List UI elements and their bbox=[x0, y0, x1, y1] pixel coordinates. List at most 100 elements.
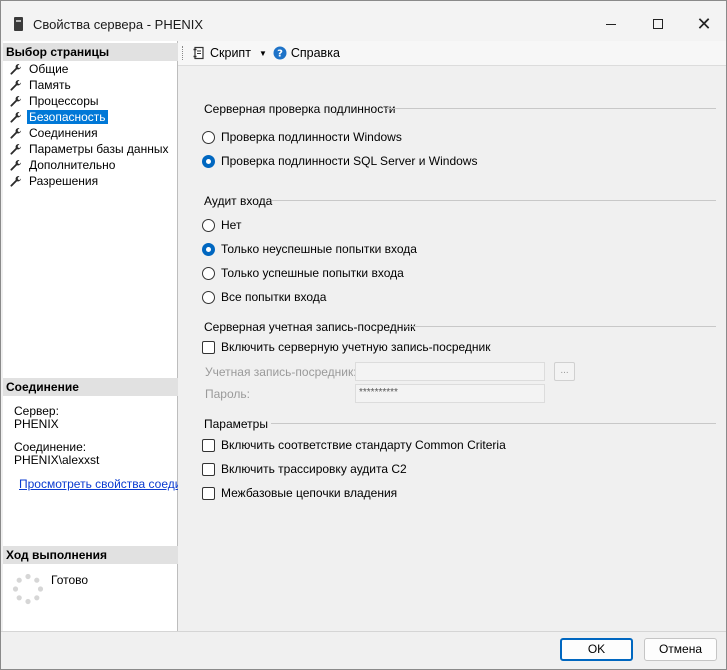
help-label: Справка bbox=[290, 46, 340, 60]
audit-option-none[interactable]: Нет bbox=[202, 217, 241, 233]
page-item-label: Дополнительно bbox=[29, 158, 116, 172]
common-criteria-label: Включить соответствие стандарту Common C… bbox=[221, 438, 506, 452]
password-input[interactable]: ********** bbox=[355, 384, 545, 403]
page-item-label: Безопасность bbox=[27, 110, 108, 124]
page-item-connections[interactable]: Соединения bbox=[9, 125, 170, 141]
audit-option-successful[interactable]: Только успешные попытки входа bbox=[202, 265, 404, 281]
script-icon bbox=[193, 46, 204, 60]
auth-option-sql-windows[interactable]: Проверка подлинности SQL Server и Window… bbox=[202, 153, 477, 169]
wrench-icon bbox=[10, 143, 21, 155]
proxy-group-label: Серверная учетная запись-посредник bbox=[204, 320, 416, 334]
page-item-database-settings[interactable]: Параметры базы данных bbox=[9, 141, 170, 157]
auth-option-label: Проверка подлинности Windows bbox=[221, 130, 402, 144]
audit-option-all[interactable]: Все попытки входа bbox=[202, 289, 326, 305]
server-properties-window: Свойства сервера - PHENIX ✕ Выбор страни… bbox=[0, 0, 727, 670]
svg-text:?: ? bbox=[277, 49, 283, 60]
audit-option-label: Только успешные попытки входа bbox=[221, 266, 404, 280]
toolbar-grip bbox=[182, 46, 186, 60]
proxy-group-title: Серверная учетная запись-посредник bbox=[204, 320, 415, 334]
wrench-icon bbox=[10, 63, 21, 75]
audit-option-label: Все попытки входа bbox=[221, 290, 327, 304]
page-item-security[interactable]: Безопасность bbox=[9, 109, 170, 125]
script-button[interactable]: Скрипт ▼ bbox=[192, 46, 267, 60]
wrench-icon bbox=[10, 95, 21, 107]
cross-db-ownership-checkbox[interactable] bbox=[202, 486, 215, 500]
auth-group-label: Серверная проверка подлинности bbox=[204, 102, 396, 116]
window-title: Свойства сервера - PHENIX bbox=[33, 17, 204, 32]
common-criteria-row[interactable]: Включить соответствие стандарту Common C… bbox=[202, 437, 506, 453]
proxy-group-line bbox=[404, 326, 716, 327]
wrench-icon bbox=[10, 111, 21, 123]
audit-option-label: Только неуспешные попытки входа bbox=[221, 242, 417, 256]
page-item-permissions[interactable]: Разрешения bbox=[9, 173, 170, 189]
connection-info: Сервер: PHENIX Соединение: PHENIX\alexxs… bbox=[14, 405, 99, 477]
page-item-label: Память bbox=[29, 78, 71, 92]
enable-proxy-checkbox-row[interactable]: Включить серверную учетную запись-посред… bbox=[202, 339, 491, 355]
connection-value: PHENIX\alexxst bbox=[14, 453, 100, 467]
progress-block: Готово bbox=[12, 573, 88, 605]
maximize-icon bbox=[653, 19, 663, 29]
script-dropdown-icon[interactable]: ▼ bbox=[259, 49, 267, 58]
c2-audit-label: Включить трассировку аудита C2 bbox=[221, 462, 407, 476]
progress-header: Ход выполнения bbox=[3, 546, 178, 564]
wrench-icon bbox=[10, 127, 21, 139]
view-connection-properties-link[interactable]: Просмотреть свойства соединения bbox=[11, 477, 178, 491]
toolbar: Скрипт ▼ ? Справка bbox=[178, 41, 726, 66]
audit-option-failed[interactable]: Только неуспешные попытки входа bbox=[202, 241, 417, 257]
enable-proxy-label: Включить серверную учетную запись-посред… bbox=[221, 340, 491, 354]
help-button[interactable]: ? Справка bbox=[273, 46, 340, 60]
page-item-label: Общие bbox=[29, 62, 69, 76]
help-icon: ? bbox=[273, 46, 287, 60]
radio-button-selected[interactable] bbox=[202, 154, 215, 168]
wrench-icon bbox=[10, 79, 21, 91]
password-label: Пароль: bbox=[205, 387, 250, 401]
server-value: PHENIX bbox=[14, 417, 59, 431]
page-list: Общие Память Процессоры Безопасность Сое… bbox=[9, 61, 170, 189]
audit-group-label: Аудит входа bbox=[204, 194, 273, 208]
radio-button[interactable] bbox=[202, 130, 215, 144]
wrench-icon bbox=[10, 175, 21, 187]
audit-group-line bbox=[272, 200, 716, 201]
audit-group-title: Аудит входа bbox=[204, 194, 272, 208]
page-item-label: Параметры базы данных bbox=[29, 142, 169, 156]
page-item-label: Соединения bbox=[29, 126, 98, 140]
cross-db-ownership-row[interactable]: Межбазовые цепочки владения bbox=[202, 485, 397, 501]
page-item-general[interactable]: Общие bbox=[9, 61, 170, 77]
wrench-icon bbox=[10, 159, 21, 171]
select-page-header: Выбор страницы bbox=[3, 43, 178, 61]
footer-divider bbox=[1, 631, 726, 632]
page-item-memory[interactable]: Память bbox=[9, 77, 170, 93]
c2-audit-checkbox[interactable] bbox=[202, 462, 215, 476]
auth-option-label: Проверка подлинности SQL Server и Window… bbox=[221, 154, 478, 168]
params-group-line bbox=[271, 423, 716, 424]
progress-status: Готово bbox=[51, 573, 89, 587]
close-icon: ✕ bbox=[696, 13, 712, 35]
page-item-label: Процессоры bbox=[29, 94, 99, 108]
security-page: Серверная проверка подлинности Проверка … bbox=[178, 67, 726, 631]
ok-button[interactable]: OK bbox=[560, 638, 633, 661]
cancel-button[interactable]: Отмена bbox=[644, 638, 717, 661]
page-item-label: Разрешения bbox=[29, 174, 99, 188]
server-app-icon bbox=[14, 17, 23, 31]
proxy-account-label: Учетная запись-посредник: bbox=[205, 365, 357, 379]
common-criteria-checkbox[interactable] bbox=[202, 438, 215, 452]
radio-button[interactable] bbox=[202, 266, 215, 280]
auth-option-windows[interactable]: Проверка подлинности Windows bbox=[202, 129, 402, 145]
spinner-icon bbox=[12, 573, 44, 605]
proxy-account-input[interactable] bbox=[355, 362, 545, 381]
params-group-label: Параметры bbox=[204, 417, 268, 431]
radio-button[interactable] bbox=[202, 218, 215, 232]
page-item-advanced[interactable]: Дополнительно bbox=[9, 157, 170, 173]
enable-proxy-checkbox[interactable] bbox=[202, 340, 215, 354]
audit-option-label: Нет bbox=[221, 218, 242, 232]
radio-button-selected[interactable] bbox=[202, 242, 215, 256]
page-item-processors[interactable]: Процессоры bbox=[9, 93, 170, 109]
auth-group-title: Серверная проверка подлинности bbox=[204, 102, 395, 116]
view-connection-properties-label: Просмотреть свойства соединения bbox=[19, 477, 178, 491]
c2-audit-row[interactable]: Включить трассировку аудита C2 bbox=[202, 461, 407, 477]
cross-db-ownership-label: Межбазовые цепочки владения bbox=[221, 486, 398, 500]
radio-button[interactable] bbox=[202, 290, 215, 304]
proxy-account-browse-button[interactable]: ... bbox=[554, 362, 575, 381]
auth-group-line bbox=[386, 108, 716, 109]
script-label: Скрипт bbox=[210, 46, 251, 60]
